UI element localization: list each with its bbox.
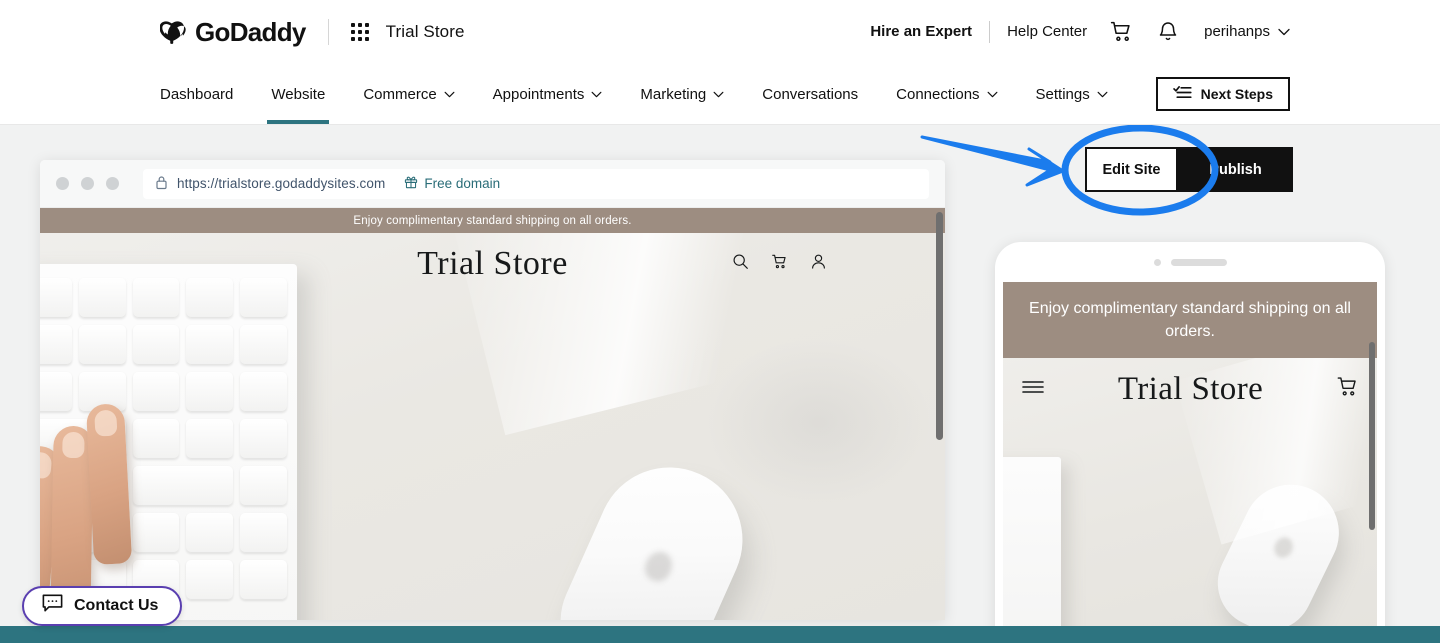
cart-icon[interactable] [1109,19,1134,44]
bell-icon[interactable] [1156,20,1180,44]
nav-label: Commerce [363,86,437,103]
bottom-accent-bar [0,626,1440,643]
nav-item-connections[interactable]: Connections [896,63,997,124]
publish-button[interactable]: Publish [1178,147,1293,192]
mobile-site-title: Trial Store [1117,370,1264,407]
chevron-down-icon [1278,23,1290,40]
mobile-keyboard-photo-element [1003,457,1061,642]
nav-label: Website [271,86,326,103]
next-steps-button[interactable]: Next Steps [1155,76,1290,111]
nav-item-marketing[interactable]: Marketing [640,63,724,124]
chevron-down-icon [444,90,455,101]
contact-us-button[interactable]: Contact Us [22,586,183,626]
nav-item-settings[interactable]: Settings [1036,63,1108,124]
mobile-notch [995,242,1385,282]
search-icon[interactable] [732,253,749,275]
mobile-announcement-bar: Enjoy complimentary standard shipping on… [1003,282,1377,359]
lock-icon [155,175,168,193]
nav-item-conversations[interactable]: Conversations [762,63,858,124]
header-right-group: Hire an Expert Help Center perihanps [870,19,1290,44]
edit-site-button[interactable]: Edit Site [1085,147,1178,192]
chevron-down-icon [1097,90,1108,101]
nav-item-website[interactable]: Website [267,63,330,124]
nav-item-commerce[interactable]: Commerce [363,63,455,124]
account-icon[interactable] [810,253,827,275]
site-viewport: Enjoy complimentary standard shipping on… [40,208,945,620]
nav-label: Dashboard [160,86,234,103]
nav-item-appointments[interactable]: Appointments [493,63,603,124]
godaddy-logo[interactable]: GoDaddy [159,16,306,47]
camera-dot-icon [1153,258,1161,266]
main-navigation: Dashboard Website Commerce Appointments … [0,63,1440,125]
preview-canvas: https://trialstore.godaddysites.com Free… [0,125,1440,643]
browser-chrome-bar: https://trialstore.godaddysites.com Free… [40,160,945,208]
hire-an-expert-link[interactable]: Hire an Expert [870,23,972,40]
brand-group: GoDaddy Trial Store [159,16,465,47]
chat-bubble-icon [42,594,63,618]
url-text: https://trialstore.godaddysites.com [177,176,386,191]
nav-label: Settings [1035,86,1090,103]
godaddy-wordmark: GoDaddy [195,16,306,47]
checklist-icon [1172,85,1192,103]
user-account-menu[interactable]: perihanps [1204,23,1290,40]
chevron-down-icon [987,90,998,101]
mobile-site-header: Trial Store [1003,358,1377,420]
url-bar[interactable]: https://trialstore.godaddysites.com Free… [143,168,929,199]
site-action-buttons: Edit Site Publish [1085,147,1293,192]
nav-label: Marketing [640,86,707,103]
username-label: perihanps [1204,23,1270,40]
cart-icon[interactable] [771,253,788,275]
desktop-preview-scrollbar[interactable] [936,212,943,440]
site-header: Trial Store [40,233,945,295]
header-divider [327,18,329,45]
header-right-divider [989,20,991,43]
nav-item-dashboard[interactable]: Dashboard [160,63,233,124]
gift-icon [404,175,418,192]
nav-label: Conversations [762,86,859,103]
help-center-link[interactable]: Help Center [1007,23,1087,40]
app-grid-icon[interactable] [350,22,369,41]
top-header: GoDaddy Trial Store Hire an Expert Help … [0,0,1440,63]
hamburger-menu-icon[interactable] [1021,379,1045,400]
next-steps-label: Next Steps [1200,85,1273,102]
mobile-preview-scrollbar[interactable] [1369,342,1375,530]
store-name[interactable]: Trial Store [386,22,465,42]
mobile-screen: Enjoy complimentary standard shipping on… [1003,282,1377,642]
chevron-down-icon [591,90,602,101]
contact-us-label: Contact Us [74,597,159,614]
speaker-bar-icon [1170,258,1227,266]
site-header-icons [732,253,827,275]
free-domain-link[interactable]: Free domain [404,175,500,192]
site-announcement-bar: Enjoy complimentary standard shipping on… [40,208,945,233]
desktop-preview-panel[interactable]: https://trialstore.godaddysites.com Free… [40,160,945,620]
cart-icon[interactable] [1336,375,1359,403]
godaddy-heart-logo-icon [159,18,188,46]
mobile-preview-panel[interactable]: Enjoy complimentary standard shipping on… [995,242,1385,642]
chevron-down-icon [713,90,724,101]
free-domain-label: Free domain [424,176,501,191]
nav-label: Appointments [492,86,585,103]
nav-label: Connections [896,86,980,103]
window-control-dots [56,177,119,190]
